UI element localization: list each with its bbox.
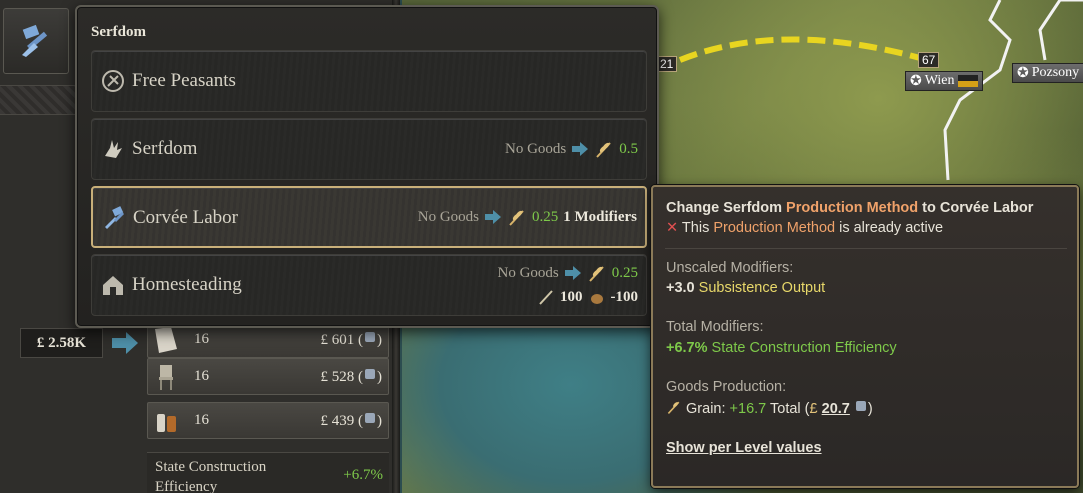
- coin-stack-icon: [365, 413, 375, 423]
- city-name: Wien: [924, 73, 955, 88]
- coin-stack-icon: [365, 332, 375, 342]
- money-value: £ 2.58K: [20, 328, 103, 358]
- wheat-stalk-icon: [539, 290, 553, 305]
- pm-name: Corvée Labor: [133, 207, 238, 228]
- output-value: 0.25: [532, 208, 559, 225]
- wheat-value: 100: [560, 288, 583, 305]
- total-modifier: +6.7% State Construction Efficiency: [666, 340, 897, 356]
- goods-price: £ 439 (): [320, 413, 382, 429]
- city-label-pozsony[interactable]: ✪ Pozsony: [1012, 63, 1083, 83]
- state-construction-efficiency: State Construction Efficiency +6.7%: [147, 452, 389, 493]
- modifiers-count: 1 Modifiers: [563, 208, 637, 225]
- pm-output: No Goods 0.25 1 Modifiers: [418, 207, 637, 227]
- goods-price: £ 528 (): [320, 369, 382, 385]
- star-icon: ✪: [1017, 65, 1029, 81]
- pm-secondary-output: 100 -100: [537, 288, 638, 306]
- pm-name: Homesteading: [132, 274, 242, 295]
- close-x-icon: ✕: [666, 220, 679, 236]
- goods-row[interactable]: 16 £ 528 (): [147, 358, 389, 395]
- pm-output: No Goods 0.5: [505, 139, 638, 159]
- wheat-icon: [596, 142, 611, 158]
- grain-production: Grain: +16.7 Total (£ 20.7 ): [666, 399, 873, 417]
- production-method-popup: Serfdom Free Peasants Serfdom No Goods 0…: [75, 5, 659, 328]
- goods-row[interactable]: 16 £ 439 (): [147, 402, 389, 439]
- chair-icon: [148, 360, 184, 394]
- grain-value: -100: [610, 288, 639, 305]
- input-goods: No Goods: [417, 208, 480, 225]
- pound-icon: £: [809, 401, 818, 417]
- output-value: 0.25: [611, 264, 638, 281]
- pm-option-free-peasants[interactable]: Free Peasants: [91, 50, 647, 112]
- city-label-wien[interactable]: ✪ Wien: [905, 71, 983, 91]
- goods-quantity: 16: [194, 412, 209, 428]
- popup-title: Serfdom: [91, 24, 146, 40]
- arrow-right-icon: [572, 142, 589, 156]
- house-icon: [103, 276, 123, 295]
- flag-icon: [957, 75, 978, 87]
- panel-strip: [0, 85, 80, 115]
- sce-value: +6.7%: [343, 467, 383, 483]
- star-icon: ✪: [910, 73, 922, 89]
- grain-sack-icon: [590, 294, 603, 304]
- total-label: Total Modifiers:: [666, 319, 764, 335]
- divider: [665, 248, 1067, 249]
- arrow-right-icon: [564, 266, 581, 280]
- goods-price: £ 601 (): [320, 332, 382, 348]
- pm-output: No Goods 0.25: [497, 263, 638, 283]
- input-goods: No Goods: [497, 264, 559, 281]
- show-level-values-link[interactable]: Show per Level values: [666, 440, 822, 456]
- hand-icon: [105, 140, 122, 158]
- coin-stack-icon: [855, 401, 866, 411]
- tooltip: Change Serfdom Production Method to Corv…: [651, 185, 1079, 488]
- wheat-icon: [509, 210, 524, 226]
- pm-option-serfdom[interactable]: Serfdom No Goods 0.5: [91, 118, 647, 180]
- tools-icon: [22, 24, 48, 57]
- wheat-icon: [667, 401, 680, 414]
- pm-option-homesteading[interactable]: Homesteading No Goods 0.25 100 -100: [91, 254, 647, 316]
- production-method-button[interactable]: [3, 8, 69, 74]
- tooltip-header: Change Serfdom Production Method to Corv…: [666, 200, 1034, 216]
- goods-quantity: 16: [194, 331, 209, 347]
- liquor-icon: [148, 404, 184, 438]
- output-value: 0.5: [619, 140, 638, 157]
- pm-name: Free Peasants: [132, 70, 236, 91]
- map-tag: 21: [656, 56, 678, 72]
- coin-stack-icon: [365, 369, 375, 379]
- goods-quantity: 16: [194, 368, 209, 384]
- tools-icon: [105, 206, 125, 229]
- wheat-icon: [589, 266, 604, 282]
- tooltip-status: ✕ This Production Method is already acti…: [666, 220, 944, 236]
- arrow-right-icon: [485, 210, 502, 224]
- unscaled-label: Unscaled Modifiers:: [666, 260, 794, 276]
- input-goods: No Goods: [504, 140, 567, 157]
- sce-label: State Construction Efficiency: [155, 459, 267, 493]
- arrow-right-icon: [112, 332, 138, 354]
- goods-label: Goods Production:: [666, 379, 787, 395]
- pm-name: Serfdom: [132, 138, 198, 159]
- city-population: 67: [918, 52, 940, 68]
- unscaled-modifier: +3.0 Subsistence Output: [666, 280, 826, 296]
- city-name: Pozsony: [1031, 65, 1080, 80]
- peasant-icon: [102, 70, 124, 92]
- pm-option-corvee-labor[interactable]: Corvée Labor No Goods 0.25 1 Modifiers: [91, 186, 647, 248]
